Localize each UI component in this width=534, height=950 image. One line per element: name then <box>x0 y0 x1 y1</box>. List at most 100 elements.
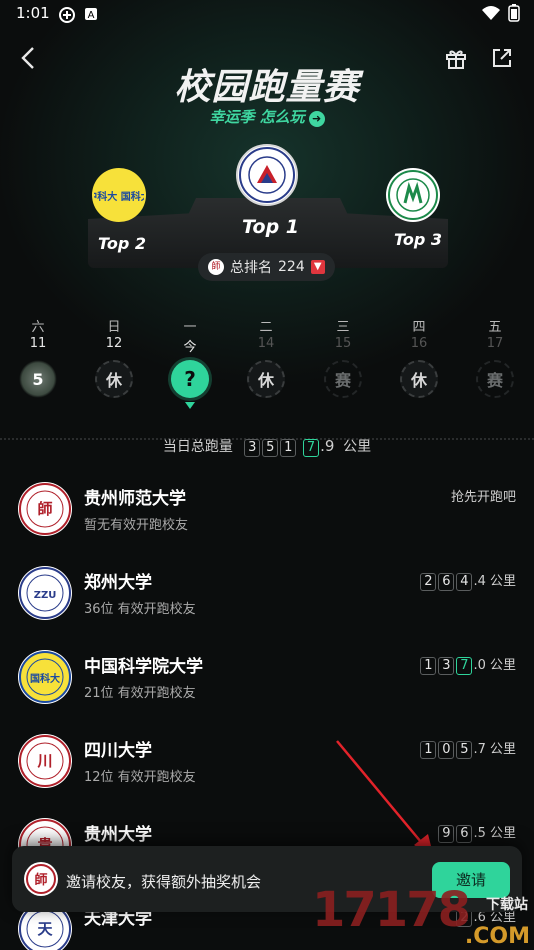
distance-digit: 7 <box>456 657 473 675</box>
daily-total-digit: 5 <box>262 439 279 457</box>
day-badge-rest[interactable]: 休 <box>95 360 133 398</box>
distance-digit: 4 <box>456 573 473 591</box>
rank-label: 总排名 <box>230 260 272 276</box>
distance-unit: 公里 <box>489 742 516 757</box>
status-bar: 1:01 A <box>0 0 534 28</box>
invite-university-logo: 師 <box>24 862 58 896</box>
day-badge-race[interactable]: 赛 <box>324 360 362 398</box>
top2-university-logo[interactable]: 中科大 国科大 <box>92 168 146 222</box>
distance-unit: 公里 <box>489 658 516 673</box>
top1-label: Top 1 <box>242 216 299 238</box>
rank-down-icon: ▼ <box>310 260 325 274</box>
my-university-mini-logo: 師 <box>208 259 224 275</box>
distance-digit: 1 <box>420 741 437 759</box>
day-2[interactable]: 一今? <box>165 316 215 409</box>
university-runners: 暂无有效开跑校友 <box>84 518 189 533</box>
university-name: 中国科学院大学 <box>84 657 203 677</box>
invite-text: 邀请校友，获得额外抽奖机会 <box>66 873 262 891</box>
day-0[interactable]: 六 11 5 <box>13 316 63 398</box>
day-of-week: 一 <box>183 320 197 335</box>
app-notification-icon <box>58 6 75 23</box>
day-3[interactable]: 二 14 休 <box>241 316 291 398</box>
app-a-icon: A <box>84 6 100 22</box>
day-number: 14 <box>257 336 275 351</box>
distance-digit: 3 <box>438 657 455 675</box>
university-logo: 国科大 <box>18 650 72 704</box>
day-1[interactable]: 日 12 休 <box>89 316 139 398</box>
day-number: 16 <box>410 336 428 351</box>
day-number: 12 <box>105 336 123 351</box>
university-row[interactable]: ZZU 郑州大学 36位 有效开跑校友 2 6 4.4 公里 <box>0 550 534 634</box>
distance-decimal: .7 <box>473 742 486 757</box>
day-of-week: 四 <box>412 320 426 335</box>
university-row[interactable]: 川 四川大学 12位 有效开跑校友 1 0 5.7 公里 <box>0 718 534 802</box>
day-number: 15 <box>334 336 352 351</box>
university-row[interactable]: 国科大 中国科学院大学 21位 有效开跑校友 1 3 7.0 公里 <box>0 634 534 718</box>
wifi-icon <box>482 5 500 25</box>
daily-total-decimal: .9 <box>320 437 335 455</box>
distance-decimal: .5 <box>473 826 486 841</box>
daily-total-digit-highlight: 7 <box>303 439 320 457</box>
day-of-week: 五 <box>488 320 502 335</box>
top2-logo-text: 中科大 国科大 <box>94 190 144 203</box>
page: 1:01 A 校园跑量赛 幸运季 怎么玩➜ 中科大 国科大 <box>0 0 534 950</box>
day-number: 今 <box>183 340 197 355</box>
day-of-week: 六 <box>31 320 45 335</box>
distance-decimal: .4 <box>473 574 486 589</box>
university-distance: 2 6 4.4 公里 <box>419 570 516 591</box>
day-number: 17 <box>486 336 504 351</box>
university-runners: 12位 有效开跑校友 <box>84 770 196 785</box>
day-of-week: 二 <box>259 320 273 335</box>
day-5[interactable]: 四 16 休 <box>394 316 444 398</box>
distance-unit: 公里 <box>489 574 516 589</box>
day-badge-race[interactable]: 赛 <box>476 360 514 398</box>
distance-digit: 5 <box>456 741 473 759</box>
university-name: 贵州大学 <box>84 825 152 845</box>
today-indicator-icon <box>185 402 195 409</box>
university-distance: 1 3 7.0 公里 <box>419 654 516 675</box>
status-time: 1:01 <box>16 4 50 22</box>
day-of-week: 日 <box>107 320 121 335</box>
day-badge-rest[interactable]: 休 <box>247 360 285 398</box>
day-4[interactable]: 三 15 赛 <box>318 316 368 398</box>
university-runners: 21位 有效开跑校友 <box>84 686 196 701</box>
university-row[interactable]: 師 贵州师范大学 暂无有效开跑校友 抢先开跑吧 <box>0 466 534 550</box>
university-logo: 師 <box>18 482 72 536</box>
day-of-week: 三 <box>336 320 350 335</box>
day-6[interactable]: 五 17 赛 <box>470 316 520 398</box>
distance-digit: 9 <box>438 825 455 843</box>
overall-rank-pill[interactable]: 師 总排名 224 ▼ <box>198 253 335 281</box>
daily-total-unit: 公里 <box>343 439 372 455</box>
top3-university-logo[interactable] <box>386 168 440 222</box>
day-badge-today[interactable]: ? <box>171 360 209 398</box>
battery-icon <box>508 4 520 26</box>
daily-total-label: 当日总跑量 <box>162 439 233 455</box>
university-name: 四川大学 <box>84 741 152 761</box>
logo-text: 川 <box>36 752 52 770</box>
week-calendar: 六 11 5 日 12 休一今? 二 14 休三 15 赛四 16 休五 17 赛 <box>0 316 534 416</box>
university-distance: 抢先开跑吧 <box>450 490 516 505</box>
distance-digit: 6 <box>438 573 455 591</box>
distance-digit: 2 <box>420 573 437 591</box>
top2-label: Top 2 <box>98 234 146 253</box>
svg-text:師: 師 <box>34 872 47 888</box>
top1-university-logo[interactable] <box>236 144 298 206</box>
distance-digit: 6 <box>456 825 473 843</box>
daily-total-digit: 1 <box>280 439 297 457</box>
university-distance: 1 0 5.7 公里 <box>419 738 516 759</box>
day-badge-clover[interactable]: 5 <box>19 360 57 398</box>
daily-total-digit: 3 <box>244 439 261 457</box>
university-name: 郑州大学 <box>84 573 152 593</box>
day-number: 11 <box>29 336 47 351</box>
watermark-domain: .COM <box>464 924 530 949</box>
watermark-number: 17178 <box>312 882 471 938</box>
page-title: 校园跑量赛 <box>174 67 360 108</box>
how-to-play-link[interactable]: 幸运季 怎么玩 ➜ <box>0 106 534 127</box>
university-logo: ZZU <box>18 566 72 620</box>
watermark-site: 下载站 <box>486 897 528 913</box>
top3-label: Top 3 <box>394 230 442 249</box>
logo-text: ZZU <box>34 590 57 601</box>
distance-unit: 公里 <box>489 826 516 841</box>
day-badge-rest[interactable]: 休 <box>400 360 438 398</box>
subtitle-text: 幸运季 怎么玩 <box>209 108 305 126</box>
